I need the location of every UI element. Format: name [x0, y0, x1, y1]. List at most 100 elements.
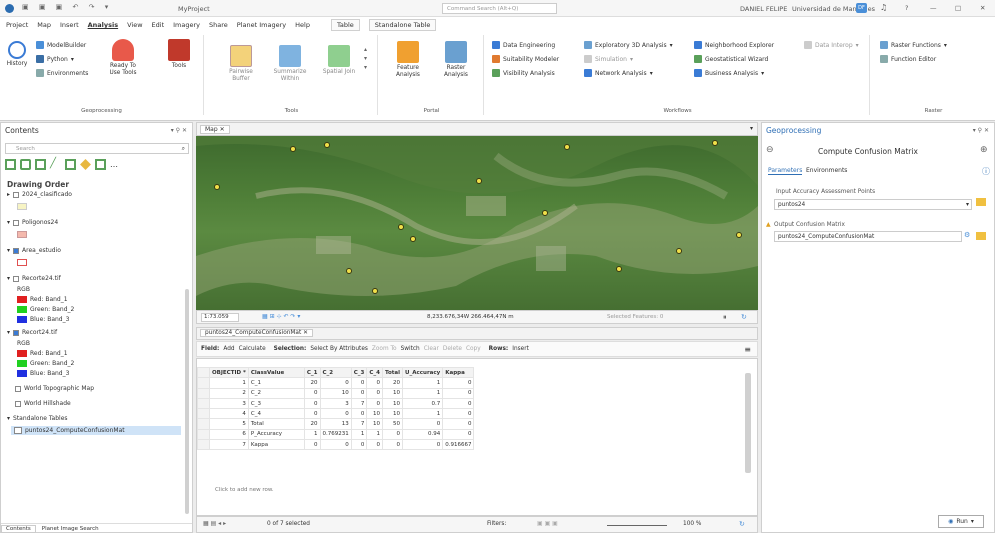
tab-contents[interactable]: Contents — [1, 524, 36, 533]
table-cell[interactable]: 0 — [366, 387, 383, 399]
select-by-attributes-button[interactable]: Select By Attributes — [310, 346, 368, 352]
delete-button[interactable]: Delete — [443, 346, 462, 352]
table-cell[interactable]: 0 — [350, 377, 368, 389]
table-cell[interactable]: 0 — [319, 408, 352, 420]
table-cell[interactable]: 0 — [350, 439, 368, 451]
table-cell[interactable]: 0 — [303, 397, 321, 410]
geostatistical-wizard-button[interactable]: Geostatistical Wizard — [694, 55, 768, 63]
row-selector[interactable] — [197, 387, 210, 399]
table-cell[interactable]: 0 — [350, 387, 368, 399]
sample-point[interactable] — [476, 178, 482, 184]
tab-insert[interactable]: Insert — [60, 21, 79, 29]
layer-recort24[interactable]: ▾ Recort24.tif — [7, 329, 57, 336]
column-header[interactable]: Kappa — [442, 366, 475, 379]
tab-analysis[interactable]: Analysis — [88, 21, 118, 29]
row-selector[interactable] — [197, 377, 210, 389]
table-cell[interactable]: 0 — [319, 377, 352, 389]
output-settings-icon[interactable]: ⚙ — [964, 231, 970, 239]
table-cell[interactable]: 6 — [209, 428, 249, 441]
table-cell[interactable]: 10 — [366, 408, 383, 420]
tab-share[interactable]: Share — [209, 21, 228, 29]
row-selector[interactable] — [197, 439, 210, 451]
table-cell[interactable]: 13 — [319, 418, 352, 430]
visibility-analysis-button[interactable]: Visibility Analysis — [492, 69, 555, 77]
layer-visibility-checkbox[interactable] — [13, 219, 20, 226]
table-cell[interactable]: C_4 — [247, 408, 305, 420]
table-cell[interactable]: 7 — [350, 397, 368, 410]
table-cell[interactable]: 0 — [366, 439, 383, 451]
layer-visibility-checkbox[interactable] — [13, 191, 20, 198]
contents-scrollbar[interactable] — [185, 289, 189, 514]
table-cell[interactable]: 5 — [209, 418, 249, 430]
map-tab[interactable]: Map ✕ — [200, 125, 230, 134]
column-header[interactable]: OBJECTID * — [209, 366, 249, 379]
table-nav-icons[interactable]: ▦ ▤ ◂ ▸ — [203, 520, 226, 527]
sample-point[interactable] — [290, 146, 296, 152]
sample-point[interactable] — [616, 266, 622, 272]
sample-point[interactable] — [214, 184, 220, 190]
copy-button[interactable]: Copy — [466, 346, 481, 352]
standalone-table-item[interactable]: puntos24_ComputeConfusionMat — [11, 426, 181, 435]
quick-access-toolbar[interactable]: ▣ ▣ ▣ ↶ ↷ ▾ — [22, 3, 112, 11]
tab-view[interactable]: View — [127, 21, 142, 29]
help-button[interactable]: ? — [905, 4, 908, 12]
sample-point[interactable] — [346, 268, 352, 274]
table-cell[interactable]: 0 — [442, 377, 475, 389]
column-header[interactable]: U_Accuracy — [402, 366, 444, 379]
table-cell[interactable]: 0.7 — [402, 397, 444, 410]
layer-visibility-checkbox[interactable] — [15, 385, 21, 392]
map-canvas[interactable] — [196, 136, 758, 310]
switch-selection-button[interactable]: Switch — [401, 346, 420, 352]
pane-options-icon[interactable]: ▾ ⚲ ✕ — [973, 127, 989, 134]
row-selector[interactable] — [197, 418, 210, 430]
table-cell[interactable]: 4 — [209, 408, 249, 420]
close-button[interactable]: ✕ — [980, 4, 985, 12]
table-cell[interactable]: 0 — [402, 439, 444, 451]
tab-help[interactable]: Help — [295, 21, 310, 29]
table-cell[interactable]: 0 — [442, 418, 475, 430]
table-cell[interactable]: 1 — [366, 428, 383, 441]
table-cell[interactable]: Kappa — [247, 439, 305, 451]
layer-world-topographic[interactable]: World Topographic Map — [15, 385, 94, 392]
environments-button[interactable]: Environments — [36, 69, 88, 77]
table-row[interactable]: 5 Total 20 13 7 10 50 0 0 — [197, 418, 475, 430]
pane-options-icon[interactable]: ▾ ⚲ ✕ — [171, 127, 187, 134]
tool-properties-icon[interactable]: ⊕ — [980, 145, 988, 155]
zoom-to-button[interactable]: Zoom To — [372, 346, 397, 352]
table-cell[interactable]: 0 — [303, 439, 321, 451]
table-cell[interactable]: 10 — [381, 408, 404, 420]
table-scrollbar[interactable] — [745, 373, 751, 473]
tab-parameters[interactable]: Parameters — [768, 167, 803, 175]
table-cell[interactable]: 0 — [402, 418, 444, 430]
clear-selection-button[interactable]: Clear — [424, 346, 439, 352]
output-matrix-input[interactable]: puntos24_ComputeConfusionMat — [774, 231, 962, 242]
table-cell[interactable]: 50 — [381, 418, 404, 430]
sample-point[interactable] — [372, 288, 378, 294]
table-tab[interactable]: puntos24_ComputeConfusionMat ✕ — [200, 329, 313, 337]
table-cell[interactable]: 20 — [303, 377, 321, 389]
sample-point[interactable] — [324, 142, 330, 148]
sample-point[interactable] — [564, 144, 570, 150]
table-cell[interactable]: 7 — [350, 418, 368, 430]
table-cell[interactable]: 7 — [209, 439, 249, 451]
table-cell[interactable]: 1 — [209, 377, 249, 389]
insert-row-button[interactable]: Insert — [512, 346, 529, 352]
pairwise-buffer-button[interactable]: Pairwise Buffer — [224, 45, 258, 83]
pause-drawing-icon[interactable]: ⏸ — [723, 313, 727, 322]
column-header[interactable]: ClassValue — [247, 366, 305, 379]
command-search-input[interactable]: Command Search (Alt+Q) — [442, 3, 557, 14]
list-by-selection-icon[interactable] — [35, 159, 46, 170]
table-row[interactable]: 2 C_2 0 10 0 0 10 1 0 — [197, 387, 475, 399]
add-new-row-hint[interactable]: Click to add new row. — [215, 487, 274, 493]
more-options-icon[interactable]: … — [110, 160, 118, 169]
business-analysis-button[interactable]: Business Analysis ▾ — [694, 69, 764, 77]
tools-button[interactable]: Tools — [166, 39, 192, 70]
browse-folder-icon[interactable] — [976, 198, 986, 206]
table-row[interactable]: 3 C_3 0 3 7 0 10 0.7 0 — [197, 397, 475, 410]
layer-area-estudio[interactable]: ▾ Area_estudio — [7, 247, 61, 254]
table-cell[interactable]: 2 — [209, 387, 249, 399]
modelbuilder-button[interactable]: ModelBuilder — [36, 41, 86, 49]
spatial-join-button[interactable]: Spatial Join — [322, 45, 356, 76]
list-by-drawing-order-icon[interactable] — [5, 159, 16, 170]
table-cell[interactable]: P_Accuracy — [247, 428, 305, 441]
